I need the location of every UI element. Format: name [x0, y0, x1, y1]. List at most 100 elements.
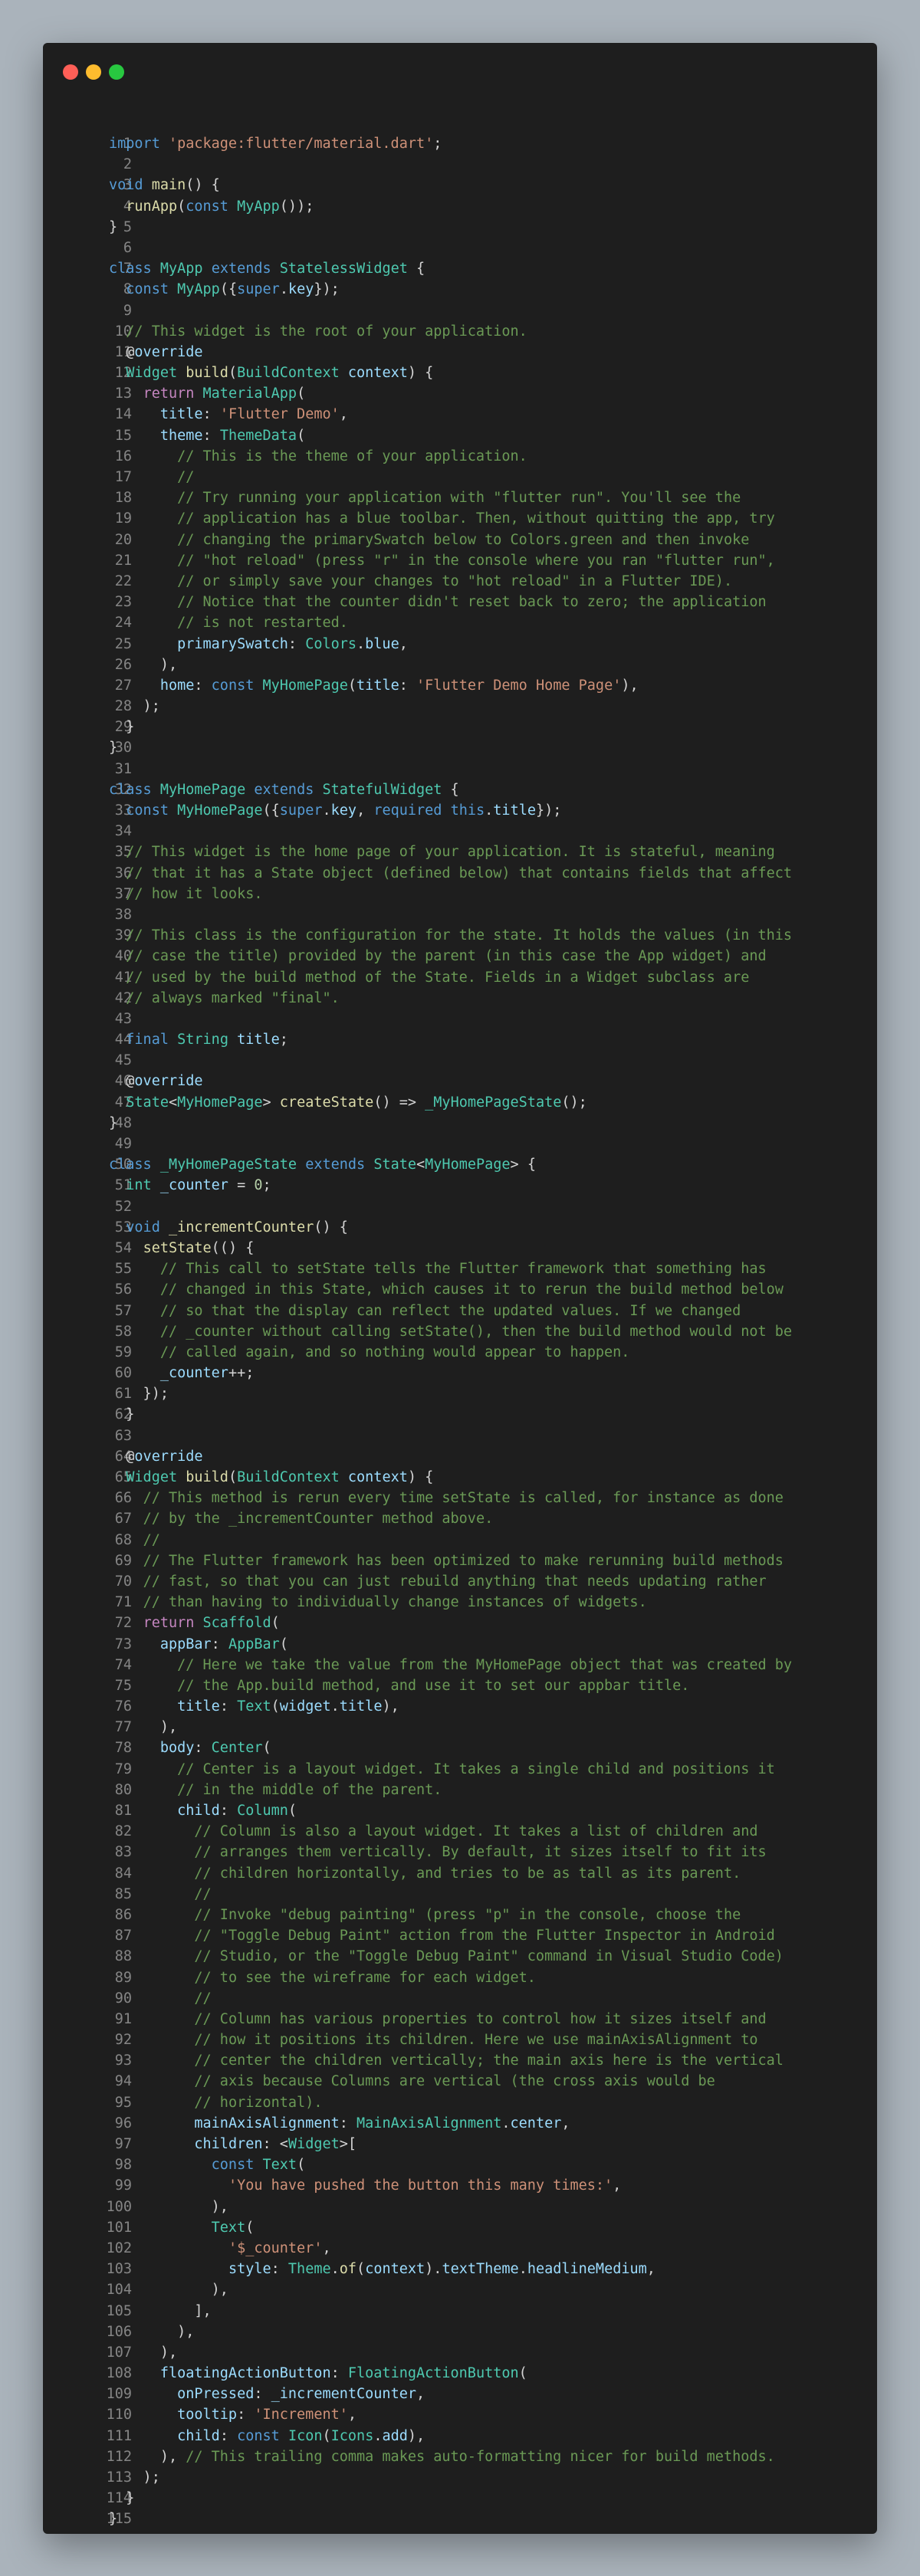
- code-line[interactable]: 75 // the App.build method, and use it t…: [43, 1675, 877, 1696]
- code-line[interactable]: 96 mainAxisAlignment: MainAxisAlignment.…: [43, 2113, 877, 2134]
- code-line[interactable]: 52: [43, 1196, 877, 1217]
- code-line[interactable]: 90 //: [43, 1988, 877, 2009]
- code-line[interactable]: 68 //: [43, 1530, 877, 1551]
- code-line[interactable]: 106 ),: [43, 2322, 877, 2342]
- code-line[interactable]: 102 '$_counter',: [43, 2238, 877, 2259]
- code-line[interactable]: 27 home: const MyHomePage(title: 'Flutte…: [43, 675, 877, 696]
- code-line[interactable]: 70 // fast, so that you can just rebuild…: [43, 1571, 877, 1592]
- code-line[interactable]: 56 // changed in this State, which cause…: [43, 1279, 877, 1300]
- code-line[interactable]: 58 // _counter without calling setState(…: [43, 1321, 877, 1342]
- code-line[interactable]: 54 setState(() {: [43, 1238, 877, 1258]
- code-line[interactable]: 67 // by the _incrementCounter method ab…: [43, 1508, 877, 1529]
- code-line[interactable]: 97 children: <Widget>[: [43, 2134, 877, 2154]
- code-line[interactable]: 24 // is not restarted.: [43, 612, 877, 633]
- minimize-button[interactable]: [86, 64, 101, 80]
- code-line[interactable]: 115}: [43, 2509, 877, 2529]
- code-line[interactable]: 11 @override: [43, 342, 877, 363]
- code-line[interactable]: 34: [43, 821, 877, 842]
- code-line[interactable]: 103 style: Theme.of(context).textTheme.h…: [43, 2259, 877, 2279]
- code-line[interactable]: 107 ),: [43, 2342, 877, 2363]
- code-line[interactable]: 10 // This widget is the root of your ap…: [43, 321, 877, 342]
- code-line[interactable]: 32 class MyHomePage extends StatefulWidge…: [43, 779, 877, 800]
- code-line[interactable]: 29 }: [43, 717, 877, 737]
- code-line[interactable]: 17 //: [43, 467, 877, 487]
- code-line[interactable]: 77 ),: [43, 1717, 877, 1738]
- code-line[interactable]: 62 }: [43, 1404, 877, 1425]
- code-line[interactable]: 63: [43, 1426, 877, 1446]
- code-line[interactable]: 30}: [43, 737, 877, 758]
- code-line[interactable]: 41 // used by the build method of the St…: [43, 967, 877, 988]
- code-line[interactable]: 114 }: [43, 2488, 877, 2509]
- code-line[interactable]: 43: [43, 1009, 877, 1029]
- code-line[interactable]: 95 // horizontal).: [43, 2092, 877, 2113]
- code-line[interactable]: 19 // application has a blue toolbar. Th…: [43, 508, 877, 529]
- code-line[interactable]: 4 runApp(const MyApp());: [43, 196, 877, 217]
- code-line[interactable]: 100 ),: [43, 2197, 877, 2217]
- code-line[interactable]: 45: [43, 1050, 877, 1071]
- code-line[interactable]: 99 'You have pushed the button this many…: [43, 2175, 877, 2196]
- code-line[interactable]: 105 ],: [43, 2301, 877, 2322]
- code-line[interactable]: 16 // This is the theme of your applicat…: [43, 446, 877, 467]
- close-button[interactable]: [63, 64, 78, 80]
- code-line[interactable]: 26 ),: [43, 655, 877, 675]
- code-line[interactable]: 48}: [43, 1113, 877, 1134]
- code-line[interactable]: 8 const MyApp({super.key});: [43, 279, 877, 300]
- code-line[interactable]: 92 // how it positions its children. Her…: [43, 2030, 877, 2050]
- code-line[interactable]: 7 class MyApp extends StatelessWidget {: [43, 258, 877, 279]
- code-line[interactable]: 112 ), // This trailing comma makes auto…: [43, 2446, 877, 2467]
- maximize-button[interactable]: [109, 64, 124, 80]
- code-line[interactable]: 82 // Column is also a layout widget. It…: [43, 1821, 877, 1842]
- code-line[interactable]: 40 // case the title) provided by the pa…: [43, 946, 877, 966]
- code-line[interactable]: 101 Text(: [43, 2217, 877, 2238]
- code-line[interactable]: 51 int _counter = 0;: [43, 1175, 877, 1196]
- code-line[interactable]: 88 // Studio, or the "Toggle Debug Paint…: [43, 1946, 877, 1967]
- code-line[interactable]: 21 // "hot reload" (press "r" in the con…: [43, 550, 877, 571]
- code-line[interactable]: 59 // called again, and so nothing would…: [43, 1342, 877, 1363]
- code-line[interactable]: 98 const Text(: [43, 2154, 877, 2175]
- code-line[interactable]: 94 // axis because Columns are vertical …: [43, 2071, 877, 2092]
- code-line[interactable]: 42 // always marked "final".: [43, 988, 877, 1009]
- code-line[interactable]: 81 child: Column(: [43, 1800, 877, 1821]
- code-line[interactable]: 28 );: [43, 696, 877, 717]
- code-line[interactable]: 12 Widget build(BuildContext context) {: [43, 363, 877, 383]
- code-line[interactable]: 38: [43, 904, 877, 925]
- code-line[interactable]: 89 // to see the wireframe for each widg…: [43, 1967, 877, 1988]
- code-line[interactable]: 46 @override: [43, 1071, 877, 1091]
- code-line[interactable]: 14 title: 'Flutter Demo',: [43, 404, 877, 425]
- code-line[interactable]: 35 // This widget is the home page of yo…: [43, 842, 877, 862]
- code-line[interactable]: 36 // that it has a State object (define…: [43, 863, 877, 884]
- code-line[interactable]: 84 // children horizontally, and tries t…: [43, 1863, 877, 1884]
- code-line[interactable]: 80 // in the middle of the parent.: [43, 1780, 877, 1800]
- code-line[interactable]: 69 // The Flutter framework has been opt…: [43, 1551, 877, 1571]
- code-line[interactable]: 64 @override: [43, 1446, 877, 1467]
- code-line[interactable]: 85 //: [43, 1884, 877, 1905]
- code-line[interactable]: 15 theme: ThemeData(: [43, 425, 877, 446]
- code-line[interactable]: 71 // than having to individually change…: [43, 1592, 877, 1613]
- code-line[interactable]: 33 const MyHomePage({super.key, required…: [43, 800, 877, 821]
- code-line[interactable]: 87 // "Toggle Debug Paint" action from t…: [43, 1925, 877, 1946]
- code-line[interactable]: 91 // Column has various properties to c…: [43, 2009, 877, 2030]
- code-line[interactable]: 55 // This call to setState tells the Fl…: [43, 1258, 877, 1279]
- code-line[interactable]: 20 // changing the primarySwatch below t…: [43, 530, 877, 550]
- code-line[interactable]: 65 Widget build(BuildContext context) {: [43, 1467, 877, 1488]
- code-line[interactable]: 111 child: const Icon(Icons.add),: [43, 2426, 877, 2446]
- code-line[interactable]: 73 appBar: AppBar(: [43, 1634, 877, 1655]
- code-line[interactable]: 6: [43, 238, 877, 258]
- code-line[interactable]: 109 onPressed: _incrementCounter,: [43, 2384, 877, 2404]
- code-line[interactable]: 72 return Scaffold(: [43, 1613, 877, 1633]
- code-line[interactable]: 79 // Center is a layout widget. It take…: [43, 1759, 877, 1780]
- code-line[interactable]: 108 floatingActionButton: FloatingAction…: [43, 2363, 877, 2384]
- code-line[interactable]: 5}: [43, 217, 877, 238]
- code-line[interactable]: 74 // Here we take the value from the My…: [43, 1655, 877, 1675]
- code-line[interactable]: 66 // This method is rerun every time se…: [43, 1488, 877, 1508]
- code-line[interactable]: 60 _counter++;: [43, 1363, 877, 1383]
- code-line[interactable]: 18 // Try running your application with …: [43, 487, 877, 508]
- code-line[interactable]: 61 });: [43, 1383, 877, 1404]
- code-line[interactable]: 39 // This class is the configuration fo…: [43, 925, 877, 946]
- code-line[interactable]: 50 class _MyHomePageState extends State<M…: [43, 1154, 877, 1175]
- code-line[interactable]: 13 return MaterialApp(: [43, 383, 877, 404]
- code-line[interactable]: 22 // or simply save your changes to "ho…: [43, 571, 877, 592]
- code-line[interactable]: 37 // how it looks.: [43, 884, 877, 904]
- code-line[interactable]: 113 );: [43, 2467, 877, 2488]
- code-line[interactable]: 23 // Notice that the counter didn't res…: [43, 592, 877, 612]
